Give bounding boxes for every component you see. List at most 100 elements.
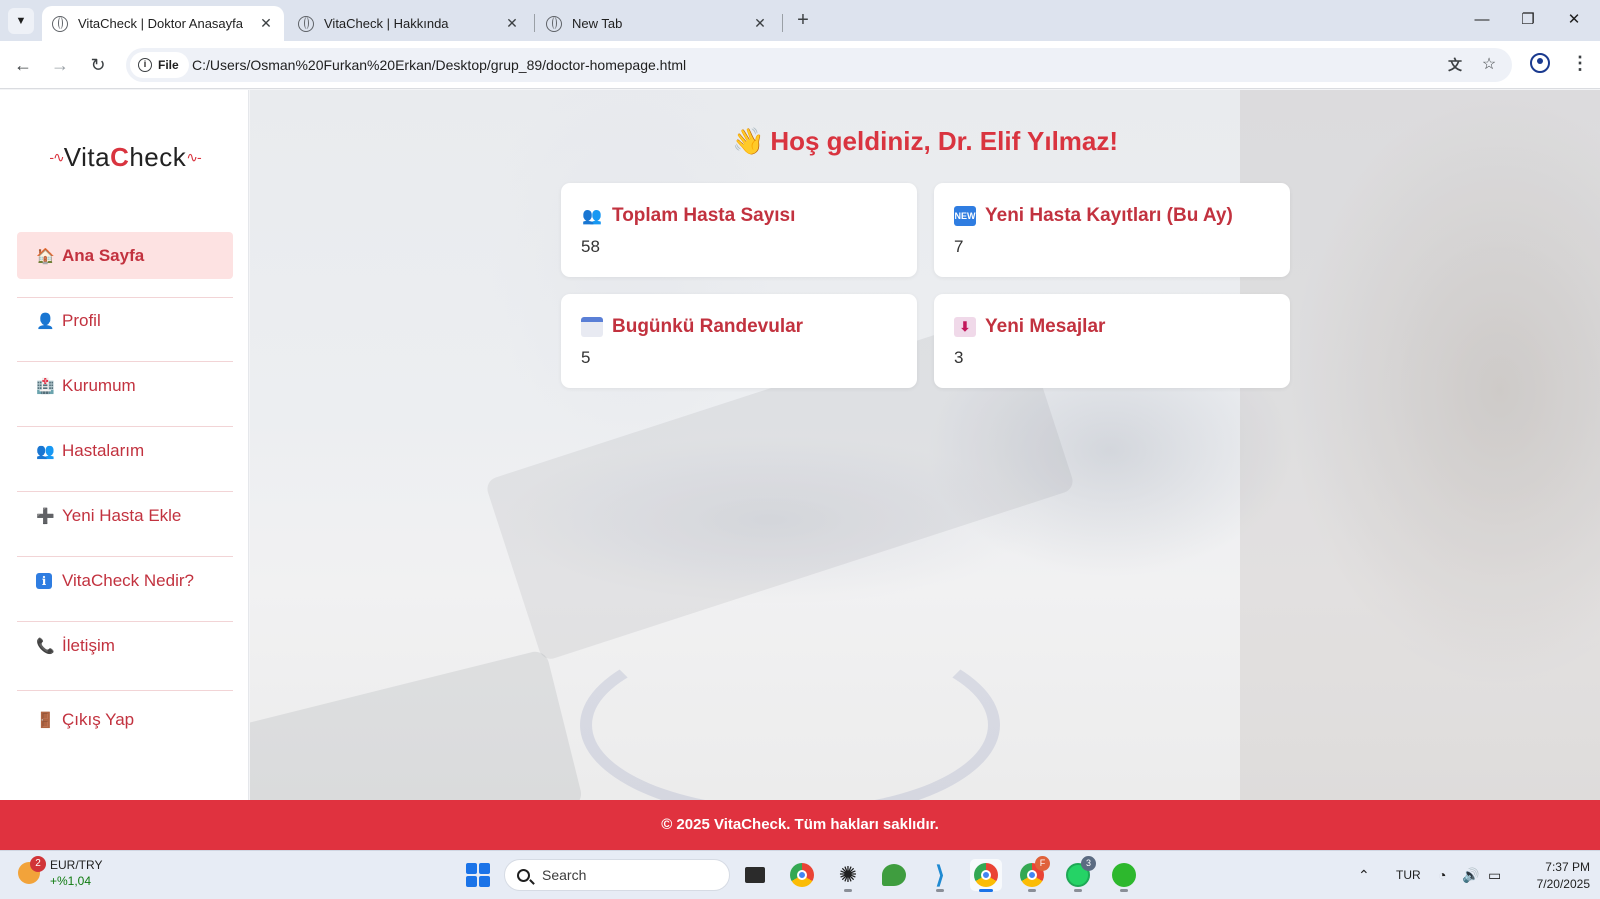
sidebar-item-vitacheck-nedir[interactable]: ℹ VitaCheck Nedir? [17,557,233,604]
sidebar-item-label: Hastalarım [62,440,145,460]
background-tablet-shape [250,648,585,800]
calendar-icon [581,317,603,337]
forward-button[interactable]: → [48,53,72,77]
tab-hakkinda[interactable]: VitaCheck | Hakkında ✕ [288,6,530,41]
minimize-button[interactable]: — [1460,8,1504,32]
chatgpt-icon[interactable]: ✺ [832,859,864,892]
currency-widget[interactable]: 2 EUR/TRY +%1,04 [18,856,102,889]
wifi-icon[interactable]: ◔ [1438,851,1446,899]
razer-icon[interactable] [1108,859,1140,892]
show-hidden-icons-chevron-icon[interactable]: ⌃ [1358,851,1370,899]
sidebar-item-profil[interactable]: 👤 Profil [17,297,233,344]
stat-card-total-patients: 👥 Toplam Hasta Sayısı 58 [561,183,917,277]
clock-date: 7/20/2025 [1536,877,1590,891]
sidebar-item-yeni-hasta-ekle[interactable]: ➕ Yeni Hasta Ekle [17,492,233,539]
profile-icon[interactable] [1530,53,1550,73]
people-icon: 👥 [36,442,55,460]
widget-text: EUR/TRY +%1,04 [50,857,102,889]
chrome-icon [546,15,562,32]
welcome-heading: 👋 Hoş geldiniz, Dr. Elif Yılmaz! [731,126,1119,156]
card-value: 5 [581,348,591,367]
bookmark-star-icon[interactable]: ☆ [1478,54,1500,76]
tab-title: VitaCheck | Hakkında [324,16,449,31]
card-title: ⬇ Yeni Mesajlar [954,316,1105,338]
tab-doktor-anasayfa[interactable]: VitaCheck | Doktor Anasayfa ✕ [42,6,284,41]
heartbeat-icon: -∿ [49,148,64,165]
volume-icon[interactable]: 🔊 [1462,851,1479,899]
chrome-profile-icon[interactable]: F [1016,856,1050,892]
plus-icon: ➕ [36,507,55,525]
sidebar: -∿ VitaCheck ∿- 🏠 Ana Sayfa 👤 Profil 🏥 K… [0,90,249,800]
globe-icon [298,15,314,32]
whatsapp-icon[interactable]: 3 [1062,856,1096,892]
footer: © 2025 VitaCheck. Tüm hakları saklıdır. [0,800,1600,850]
chrome-active-icon[interactable] [970,859,1002,892]
site-info-chip[interactable]: i File [130,52,189,78]
new-tab-button[interactable]: + [791,9,815,33]
close-icon[interactable]: ✕ [502,15,522,32]
sidebar-item-iletisim[interactable]: 📞 İletişim [17,622,233,669]
profile-badge: F [1035,856,1050,871]
tab-search-chevron-icon[interactable]: ▼ [8,8,34,34]
vitacheck-logo[interactable]: -∿ VitaCheck ∿- [34,140,216,174]
widget-change: +%1,04 [50,874,92,888]
restore-button[interactable]: ❐ [1506,8,1550,32]
stat-card-todays-appointments: Bugünkü Randevular 5 [561,294,917,388]
chrome-app-icon[interactable] [786,859,818,891]
vscode-icon[interactable]: ⟩ [924,859,956,892]
wave-icon: 👋 [731,126,765,156]
widget-title: EUR/TRY [50,858,103,872]
info-icon: i [138,58,152,72]
background-stethoscope-shape [580,630,1000,800]
tab-title: VitaCheck | Doktor Anasayfa [78,16,244,31]
close-window-button[interactable]: ✕ [1552,8,1596,32]
home-icon: 🏠 [36,247,55,265]
taskbar: 2 EUR/TRY +%1,04 Search ✺ ⟩ F 3 ⌃ TUR ◔ … [0,850,1600,899]
browser-menu-icon[interactable]: ⋮ [1570,51,1590,75]
heartbeat-icon: ∿- [186,148,201,165]
url-text[interactable]: C:/Users/Osman%20Furkan%20Erkan/Desktop/… [192,57,686,73]
card-value: 7 [954,237,964,256]
sidebar-item-label: Çıkış Yap [62,709,135,729]
stat-card-new-registrations: NEW Yeni Hasta Kayıtları (Bu Ay) 7 [934,183,1290,277]
windows-start-icon[interactable] [466,863,490,887]
tab-divider [782,14,783,32]
omnibox[interactable]: i File C:/Users/Osman%20Furkan%20Erkan/D… [126,48,1512,82]
tab-title: New Tab [572,16,623,31]
card-title: NEW Yeni Hasta Kayıtları (Bu Ay) [954,205,1233,226]
inbox-icon: ⬇ [954,317,976,337]
sidebar-divider [17,690,233,691]
translate-icon[interactable]: 文 [1444,54,1466,76]
back-button[interactable]: ← [11,53,35,77]
file-chip-label: File [158,58,179,72]
sidebar-item-label: Ana Sayfa [62,245,145,265]
close-icon[interactable]: ✕ [256,15,276,32]
sidebar-item-hastalarim[interactable]: 👥 Hastalarım [17,427,233,474]
address-bar: ← → ↻ i File C:/Users/Osman%20Furkan%20E… [0,41,1600,89]
sidebar-item-label: Yeni Hasta Ekle [62,505,182,525]
search-placeholder: Search [542,867,587,883]
logo-text: VitaCheck [63,141,187,172]
sidebar-item-label: Kurumum [62,375,136,395]
sidebar-item-cikis-yap[interactable]: 🚪 Çıkış Yap [17,696,233,743]
info-icon: ℹ [36,572,52,589]
battery-icon[interactable]: ▭ [1488,851,1501,899]
chart-icon: 2 [18,856,46,884]
tab-new-tab[interactable]: New Tab ✕ [536,6,778,41]
sidebar-item-kurumum[interactable]: 🏥 Kurumum [17,362,233,409]
people-icon: 👥 [582,208,602,225]
taskbar-search[interactable]: Search [504,859,730,891]
door-icon: 🚪 [36,711,55,729]
new-icon: NEW [954,206,976,226]
reload-button[interactable]: ↻ [86,53,110,77]
card-title: 👥 Toplam Hasta Sayısı [582,205,796,226]
close-icon[interactable]: ✕ [750,15,770,32]
search-icon [517,868,530,882]
main-content: 👋 Hoş geldiniz, Dr. Elif Yılmaz! 👥 Toplam… [250,90,1600,800]
sidebar-item-ana-sayfa[interactable]: 🏠 Ana Sayfa [17,232,233,279]
stat-card-new-messages: ⬇ Yeni Mesajlar 3 [934,294,1290,388]
file-explorer-icon[interactable] [739,859,771,891]
mysql-workbench-icon[interactable] [878,859,910,891]
system-clock[interactable]: 7:37 PM 7/20/2025 [1518,859,1590,893]
language-indicator[interactable]: TUR [1396,851,1421,899]
